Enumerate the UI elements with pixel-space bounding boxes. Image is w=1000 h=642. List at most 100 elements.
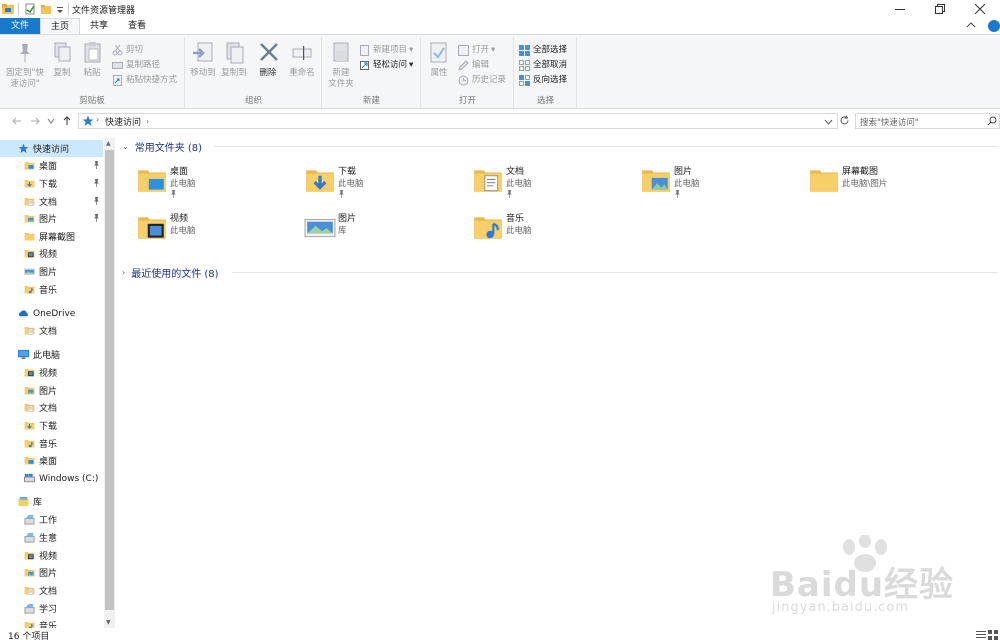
sidebar-item[interactable]: 图片 [0,382,103,399]
sidebar-item[interactable]: 文档 [0,399,103,416]
sidebar-item[interactable]: 工作 [0,511,103,528]
sidebar-item[interactable]: 图片 [0,263,103,280]
scroll-down-icon[interactable]: ▼ [106,619,111,626]
navigation-bar: › 快速访问 › 搜索"快速访问" [0,110,1000,132]
sidebar-item[interactable]: 文档 [0,193,103,210]
tab-view[interactable]: 查看 [120,18,154,34]
pin-to-quick-access-button[interactable]: 固定到"快 速访问" [2,41,48,90]
sidebar-item[interactable]: OneDrive [0,305,103,322]
restore-icon [935,4,945,14]
close-button[interactable] [960,0,1000,18]
folder-tile[interactable]: 桌面 此电脑 [136,164,296,208]
invert-selection-label: 反向选择 [533,75,568,85]
sidebar-item[interactable]: 下载 [0,175,103,192]
sidebar-item-label: 视频 [39,369,58,379]
copy-path-button[interactable]: 复制路径 [112,58,160,72]
properties-button[interactable]: 属性 [424,41,454,79]
scroll-up-icon[interactable]: ▲ [106,140,111,147]
sidebar-item[interactable]: 桌面 [0,157,103,174]
sidebar-item[interactable]: 快速访问 [0,140,103,157]
copy-path-label: 复制路径 [126,60,161,70]
address-bar[interactable]: › 快速访问 › [78,113,838,129]
sidebar-item[interactable]: 学习 [0,600,103,617]
tab-file[interactable]: 文件 [0,18,40,34]
folder-tile[interactable]: 下载 此电脑 [304,164,464,208]
select-all-button[interactable]: 全部选择 [519,43,567,57]
folder-tile[interactable]: 图片库 [304,211,464,255]
cut-button[interactable]: 剪切 [112,43,143,57]
sidebar-item[interactable]: 桌面 [0,452,103,469]
back-button[interactable] [10,114,24,128]
folder-tile[interactable]: 图片 此电脑 [640,164,800,208]
invert-selection-button[interactable]: 反向选择 [519,73,567,87]
tab-home[interactable]: 主页 [40,18,80,35]
recent-locations-button[interactable] [44,114,58,128]
folder-location: 此电脑 [338,179,364,189]
edit-button[interactable]: 编辑 [458,58,489,72]
sidebar-item[interactable]: 视频 [0,547,103,564]
large-icons-view-button[interactable] [988,630,998,640]
copy-to-button[interactable]: 复制到 [219,41,249,79]
sidebar-scrollbar[interactable]: ▲ ▼ [104,138,115,628]
new-folder-button[interactable]: 新建 文件夹 [325,41,357,90]
select-none-button[interactable]: 全部取消 [519,58,567,72]
recent-files-header[interactable]: › 最近使用的文件 (8) [122,265,219,280]
easy-access-button[interactable]: 轻松访问 ▾ [359,58,413,72]
new-folder-label: 新建 文件夹 [328,68,354,89]
customize-toolbar-icon[interactable] [56,3,64,15]
new-item-icon [360,44,369,56]
search-box[interactable]: 搜索"快速访问" [855,113,1000,129]
star-icon [82,115,94,126]
tab-share[interactable]: 共享 [82,18,116,34]
rename-button[interactable]: 重命名 [286,41,318,79]
sidebar-item[interactable]: 音乐 [0,617,103,628]
history-button[interactable]: 历史记录 [458,73,506,87]
sidebar-item[interactable]: 视频 [0,364,103,381]
copy-button[interactable]: 复制 [48,41,76,79]
minimize-button[interactable] [880,0,920,18]
frequent-folders-header[interactable]: ⌄ 常用文件夹 (8) [122,139,202,154]
sidebar-item[interactable]: 音乐 [0,281,103,298]
sidebar-item-label: 视频 [39,250,58,260]
sidebar-item[interactable]: 屏幕截图 [0,228,103,245]
desktop-folder-icon [24,455,35,466]
sidebar-item[interactable]: 生意 [0,529,103,546]
restore-button[interactable] [920,0,960,18]
folder-tile[interactable]: 文档 此电脑 [472,164,632,208]
ribbon: 固定到"快 速访问" 复制 粘贴 剪切 复制路径 粘贴快捷方式 剪贴板 移动到 … [0,34,1000,109]
folder-tile[interactable]: 音乐 此电脑 [472,211,632,255]
search-input[interactable]: 搜索"快速访问" [860,116,919,128]
properties-quick-icon[interactable] [24,3,36,15]
sidebar-item[interactable]: 库 [0,493,103,510]
paste-button[interactable]: 粘贴 [78,41,106,79]
sidebar-item[interactable]: 音乐 [0,435,103,452]
paste-shortcut-button[interactable]: 粘贴快捷方式 [112,73,177,87]
sidebar-item[interactable]: 视频 [0,245,103,262]
details-view-button[interactable] [976,630,986,640]
sidebar-item[interactable]: 此电脑 [0,346,103,363]
sidebar-item[interactable]: 文档 [0,322,103,339]
sidebar-item[interactable]: Windows (C:) [0,470,103,487]
forward-button[interactable] [28,114,42,128]
up-button[interactable] [60,114,74,128]
sidebar-item[interactable]: 图片 [0,210,103,227]
delete-button[interactable]: 删除 [254,41,282,79]
folder-tile[interactable]: 屏幕截图 此电脑\图片 [808,164,968,208]
help-button[interactable] [988,20,1000,32]
open-button[interactable]: 打开 ▾ [458,43,495,57]
sidebar-scroll-thumb[interactable] [105,150,114,610]
app-folder-icon[interactable] [2,3,14,15]
chevron-right-icon: › [122,267,126,277]
sidebar-item[interactable]: 下载 [0,417,103,434]
collapse-ribbon-button[interactable] [966,21,978,31]
sidebar-item[interactable]: 文档 [0,582,103,599]
new-folder-quick-icon[interactable] [40,3,52,15]
sidebar-item[interactable]: 图片 [0,564,103,581]
chevron-down-icon[interactable] [824,117,833,126]
move-to-button[interactable]: 移动到 [188,41,218,79]
new-item-button[interactable]: 新建项目 ▾ [359,43,413,57]
delete-label: 删除 [259,68,277,78]
refresh-button[interactable] [839,115,851,127]
history-icon [458,75,469,85]
folder-tile[interactable]: 视频 此电脑 [136,211,296,255]
